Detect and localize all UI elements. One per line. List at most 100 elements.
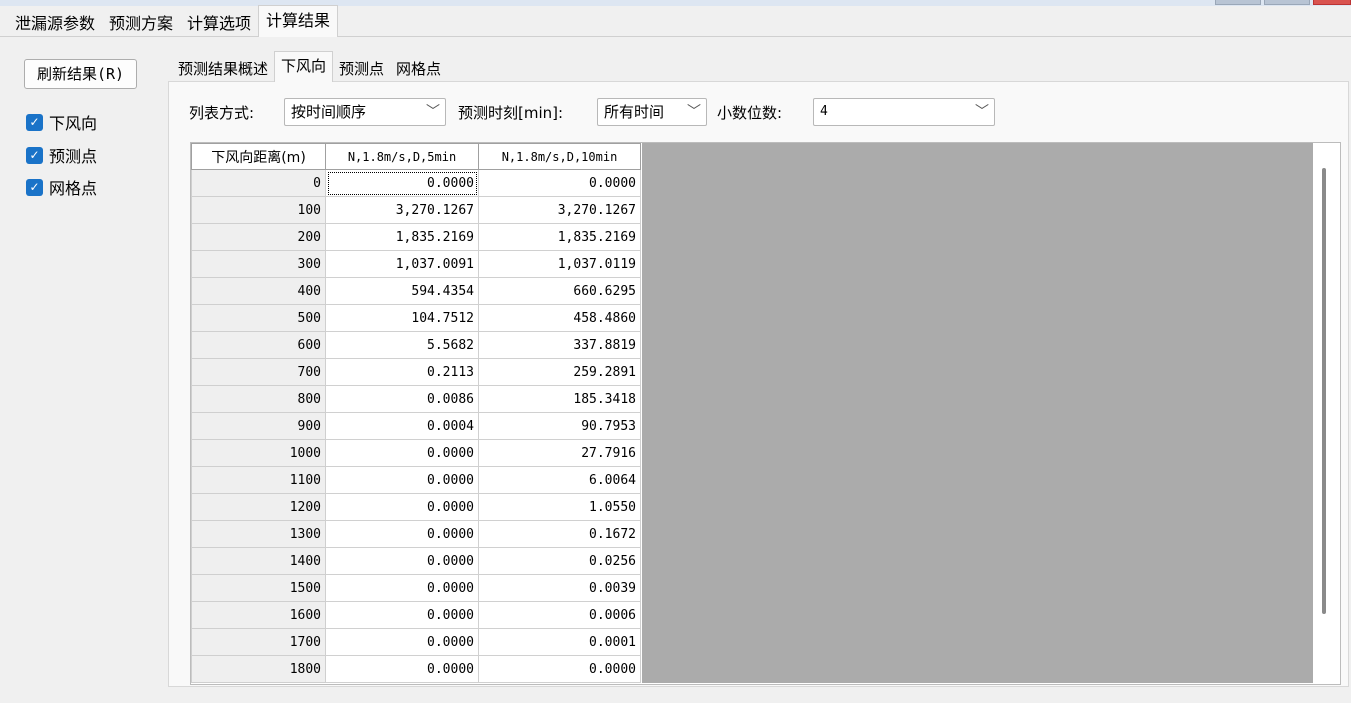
table-row[interactable]: 1000 0.0000 27.7916	[191, 439, 641, 467]
concentration-cell[interactable]: 1,037.0119	[478, 250, 641, 278]
tab-results-overview[interactable]: 预测结果概述	[172, 56, 274, 82]
distance-cell[interactable]: 700	[191, 358, 326, 386]
table-row[interactable]: 1800 0.0000 0.0000	[191, 655, 641, 683]
concentration-cell[interactable]: 0.0000	[478, 169, 641, 197]
distance-cell[interactable]: 400	[191, 277, 326, 305]
tab-prediction-plan[interactable]: 预测方案	[102, 11, 180, 37]
distance-cell[interactable]: 1800	[191, 655, 326, 683]
prediction-time-select[interactable]: 所有时间 ﹀	[597, 98, 707, 126]
table-row[interactable]: 700 0.2113 259.2891	[191, 358, 641, 386]
distance-cell[interactable]: 800	[191, 385, 326, 413]
distance-cell[interactable]: 900	[191, 412, 326, 440]
table-row[interactable]: 200 1,835.2169 1,835.2169	[191, 223, 641, 251]
concentration-cell[interactable]: 90.7953	[478, 412, 641, 440]
concentration-cell[interactable]: 594.4354	[325, 277, 479, 305]
distance-cell[interactable]: 600	[191, 331, 326, 359]
distance-cell[interactable]: 200	[191, 223, 326, 251]
concentration-cell[interactable]: 0.0006	[478, 601, 641, 629]
concentration-cell[interactable]: 0.1672	[478, 520, 641, 548]
concentration-cell[interactable]: 0.0000	[325, 439, 479, 467]
checkbox-checked-icon[interactable]: ✓	[26, 146, 43, 164]
table-row[interactable]: 1400 0.0000 0.0256	[191, 547, 641, 575]
table-row[interactable]: 1500 0.0000 0.0039	[191, 574, 641, 602]
tab-leak-source[interactable]: 泄漏源参数	[8, 11, 102, 37]
distance-cell[interactable]: 0	[191, 169, 326, 197]
table-row[interactable]: 800 0.0086 185.3418	[191, 385, 641, 413]
concentration-cell[interactable]: 0.0004	[325, 412, 479, 440]
table-row[interactable]: 600 5.5682 337.8819	[191, 331, 641, 359]
concentration-cell[interactable]: 0.0086	[325, 385, 479, 413]
vertical-scrollbar[interactable]	[1322, 168, 1326, 614]
tab-calc-results[interactable]: 计算结果	[258, 5, 339, 37]
table-row[interactable]: 900 0.0004 90.7953	[191, 412, 641, 440]
distance-cell[interactable]: 1100	[191, 466, 326, 494]
table-row[interactable]: 1600 0.0000 0.0006	[191, 601, 641, 629]
table-row[interactable]: 1300 0.0000 0.1672	[191, 520, 641, 548]
refresh-results-button[interactable]: 刷新结果(R)	[24, 59, 137, 89]
checkbox-checked-icon[interactable]: ✓	[26, 178, 43, 196]
column-header-distance[interactable]: 下风向距离(m)	[191, 143, 326, 170]
concentration-cell[interactable]: 5.5682	[325, 331, 479, 359]
table-row[interactable]: 1700 0.0000 0.0001	[191, 628, 641, 656]
tab-calc-options[interactable]: 计算选项	[180, 11, 258, 37]
minimize-button[interactable]	[1215, 0, 1261, 5]
distance-cell[interactable]: 1000	[191, 439, 326, 467]
concentration-cell[interactable]: 0.0039	[478, 574, 641, 602]
concentration-cell[interactable]: 259.2891	[478, 358, 641, 386]
concentration-cell[interactable]: 0.0000	[325, 520, 479, 548]
concentration-cell[interactable]: 0.0000	[325, 628, 479, 656]
checkbox-downwind[interactable]: ✓ 下风向	[26, 110, 97, 134]
concentration-cell[interactable]: 1,835.2169	[325, 223, 479, 251]
tab-grid-points[interactable]: 网格点	[390, 56, 447, 82]
distance-cell[interactable]: 500	[191, 304, 326, 332]
distance-cell[interactable]: 1400	[191, 547, 326, 575]
distance-cell[interactable]: 1300	[191, 520, 326, 548]
tab-downwind[interactable]: 下风向	[274, 51, 334, 82]
distance-cell[interactable]: 300	[191, 250, 326, 278]
concentration-cell[interactable]: 185.3418	[478, 385, 641, 413]
concentration-cell[interactable]: 3,270.1267	[478, 196, 641, 224]
concentration-cell[interactable]: 3,270.1267	[325, 196, 479, 224]
maximize-button[interactable]	[1264, 0, 1310, 5]
close-button[interactable]	[1313, 0, 1351, 5]
concentration-cell[interactable]: 0.0256	[478, 547, 641, 575]
table-row[interactable]: 1100 0.0000 6.0064	[191, 466, 641, 494]
concentration-cell[interactable]: 0.0000	[478, 655, 641, 683]
concentration-cell[interactable]: 0.0000	[325, 655, 479, 683]
concentration-cell[interactable]: 1.0550	[478, 493, 641, 521]
checkbox-grid-points[interactable]: ✓ 网格点	[26, 175, 97, 199]
table-row[interactable]: 500 104.7512 458.4860	[191, 304, 641, 332]
concentration-cell[interactable]: 660.6295	[478, 277, 641, 305]
table-row[interactable]: 0 0.0000 0.0000	[191, 169, 641, 197]
distance-cell[interactable]: 1500	[191, 574, 326, 602]
concentration-cell[interactable]: 0.0001	[478, 628, 641, 656]
concentration-cell[interactable]: 0.0000	[325, 547, 479, 575]
concentration-cell[interactable]: 0.0000	[325, 574, 479, 602]
concentration-cell[interactable]: 337.8819	[478, 331, 641, 359]
checkbox-checked-icon[interactable]: ✓	[26, 113, 43, 131]
concentration-cell[interactable]: 0.2113	[325, 358, 479, 386]
distance-cell[interactable]: 1200	[191, 493, 326, 521]
table-row[interactable]: 400 594.4354 660.6295	[191, 277, 641, 305]
distance-cell[interactable]: 100	[191, 196, 326, 224]
concentration-cell[interactable]: 0.0000	[325, 601, 479, 629]
concentration-cell[interactable]: 1,835.2169	[478, 223, 641, 251]
column-header-10min[interactable]: N,1.8m/s,D,10min	[478, 143, 641, 170]
concentration-cell[interactable]: 1,037.0091	[325, 250, 479, 278]
table-row[interactable]: 100 3,270.1267 3,270.1267	[191, 196, 641, 224]
table-row[interactable]: 1200 0.0000 1.0550	[191, 493, 641, 521]
distance-cell[interactable]: 1700	[191, 628, 326, 656]
concentration-cell[interactable]: 0.0000	[325, 169, 479, 197]
column-header-5min[interactable]: N,1.8m/s,D,5min	[325, 143, 479, 170]
concentration-cell[interactable]: 104.7512	[325, 304, 479, 332]
concentration-cell[interactable]: 27.7916	[478, 439, 641, 467]
concentration-cell[interactable]: 6.0064	[478, 466, 641, 494]
concentration-cell[interactable]: 0.0000	[325, 493, 479, 521]
list-mode-select[interactable]: 按时间顺序 ﹀	[284, 98, 446, 126]
decimals-select[interactable]: 4 ﹀	[813, 98, 995, 126]
concentration-cell[interactable]: 458.4860	[478, 304, 641, 332]
table-row[interactable]: 300 1,037.0091 1,037.0119	[191, 250, 641, 278]
checkbox-prediction-points[interactable]: ✓ 预测点	[26, 143, 97, 167]
distance-cell[interactable]: 1600	[191, 601, 326, 629]
tab-prediction-points[interactable]: 预测点	[333, 56, 390, 82]
